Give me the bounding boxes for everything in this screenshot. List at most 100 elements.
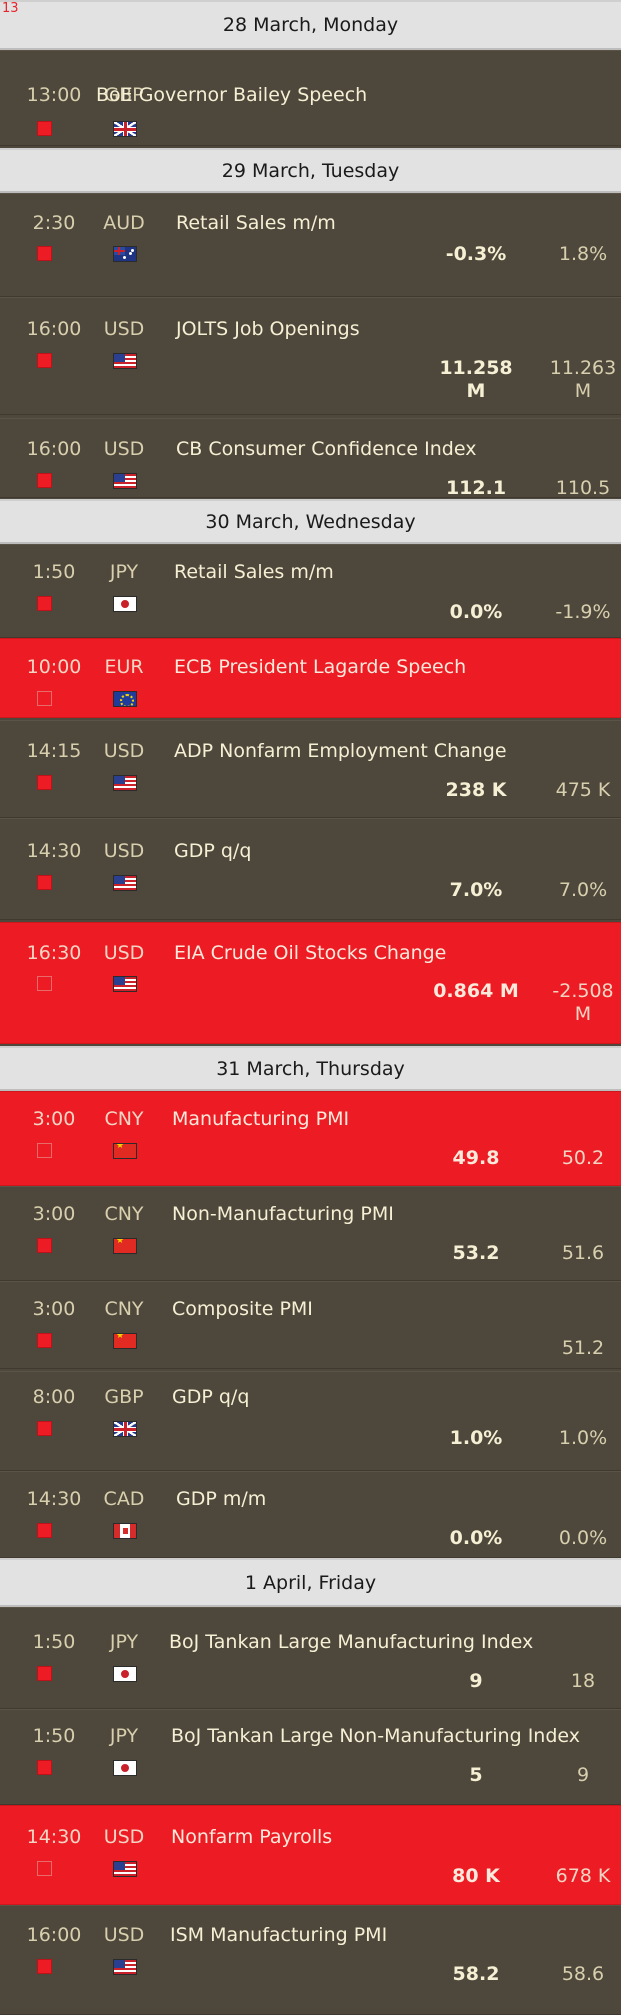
event-row[interactable]: 16:00 USD ISM Manufacturing PMI 58.2 58.6 [0,1905,621,2015]
event-title[interactable]: CB Consumer Confidence Index [176,438,476,460]
event-title[interactable]: GDP m/m [176,1488,266,1510]
event-previous: 1.8% [558,243,608,265]
event-previous: -2.508 M [552,980,614,1025]
eu-flag-icon [113,691,137,707]
event-currency: USD [103,942,145,964]
event-actual: 9 [469,1670,483,1692]
event-time: 16:30 [26,942,82,964]
event-currency: USD [103,1826,145,1848]
impact-icon [37,1666,52,1681]
event-row[interactable]: 1:50 JPY Retail Sales m/m 0.0% -1.9% [0,544,621,638]
au-flag-icon [113,246,137,262]
event-row[interactable]: 8:00 GBP GDP q/q 1.0% 1.0% [0,1371,621,1471]
day-header: 31 March, Thursday [0,1046,621,1091]
event-time: 3:00 [32,1108,76,1130]
event-previous: 110.5 [555,477,611,499]
event-currency: AUD [103,212,145,234]
event-time: 3:00 [32,1298,76,1320]
jp-flag-icon [113,1760,137,1776]
event-actual: 7.0% [449,879,503,901]
event-title[interactable]: Retail Sales m/m [176,212,336,234]
event-title[interactable]: Non-Manufacturing PMI [172,1203,394,1225]
event-row[interactable]: 3:00 CNY Manufacturing PMI 49.8 50.2 [0,1091,621,1186]
event-currency: USD [103,318,145,340]
us-flag-icon [113,775,137,791]
event-title[interactable]: Nonfarm Payrolls [171,1826,332,1848]
event-title[interactable]: ECB President Lagarde Speech [174,656,466,678]
event-row[interactable]: 14:15 USD ADP Nonfarm Employment Change 238… [0,720,621,818]
impact-icon [37,875,52,890]
event-currency: USD [103,438,145,460]
event-row[interactable]: 16:00 USD JOLTS Job Openings 11.258 M 11.263… [0,297,621,415]
event-time: 16:00 [26,438,82,460]
ca-flag-icon [113,1523,137,1539]
event-row[interactable]: 16:30 USD EIA Crude Oil Stocks Change 0.864… [0,922,621,1044]
impact-icon [37,121,52,136]
event-time: 3:00 [32,1203,76,1225]
event-title[interactable]: Manufacturing PMI [172,1108,349,1130]
event-row[interactable]: 16:00 USD CB Consumer Confidence Index 112.… [0,418,621,499]
impact-icon [37,1861,52,1876]
event-title[interactable]: EIA Crude Oil Stocks Change [174,942,446,964]
gb-flag-icon [113,121,137,137]
event-time: 10:00 [26,656,82,678]
event-time: 14:15 [26,740,82,762]
event-actual: 11.258 M [439,357,513,402]
event-title[interactable]: Composite PMI [172,1298,313,1320]
event-time: 16:00 [26,1924,82,1946]
event-row[interactable]: 10:00 EUR ECB President Lagarde Speech [0,638,621,718]
cn-flag-icon [113,1238,137,1254]
impact-icon [37,1421,52,1436]
impact-icon [37,976,52,991]
event-previous: 678 K [555,1865,611,1887]
event-actual: 80 K [452,1865,500,1887]
event-row[interactable]: 14:30 CAD GDP m/m 0.0% 0.0% [0,1471,621,1558]
event-previous: 50.2 [561,1147,605,1169]
event-actual: 0.0% [449,1527,503,1549]
event-currency: USD [103,1924,145,1946]
event-title[interactable]: GDP q/q [174,840,251,862]
event-title[interactable]: BoE Governor Bailey Speech [96,84,367,106]
event-actual: 0.0% [449,601,503,623]
event-title[interactable]: BoJ Tankan Large Manufacturing Index [169,1631,533,1653]
event-title[interactable]: ADP Nonfarm Employment Change [174,740,507,762]
impact-icon [37,775,52,790]
event-row[interactable]: 3:00 CNY Non-Manufacturing PMI 53.2 51.6 [0,1186,621,1281]
us-flag-icon [113,353,137,369]
event-title[interactable]: Retail Sales m/m [174,561,334,583]
event-currency: EUR [104,656,144,678]
day-header: 29 March, Tuesday [0,148,621,193]
event-actual: 1.0% [449,1427,503,1449]
event-actual: 112.1 [445,477,507,499]
event-previous: 475 K [555,779,611,801]
event-title[interactable]: BoJ Tankan Large Non-Manufacturing Index [171,1725,580,1747]
event-currency: GBP [104,1386,144,1408]
event-row[interactable]: 14:30 USD Nonfarm Payrolls 80 K 678 K [0,1805,621,1905]
event-time: 13:00 [26,84,82,106]
event-row[interactable]: 1:50 JPY BoJ Tankan Large Manufacturing In… [0,1607,621,1709]
event-row[interactable]: 1:50 JPY BoJ Tankan Large Non-Manufacturin… [0,1709,621,1805]
event-title[interactable]: GDP q/q [172,1386,249,1408]
impact-icon [37,1333,52,1348]
event-time: 14:30 [26,1826,82,1848]
impact-icon [37,1523,52,1538]
event-row[interactable]: 2:30 AUD Retail Sales m/m -0.3% 1.8% [0,193,621,297]
gb-flag-icon [113,1421,137,1437]
impact-icon [37,1959,52,1974]
us-flag-icon [113,1861,137,1877]
event-title[interactable]: JOLTS Job Openings [176,318,360,340]
event-actual: 53.2 [452,1242,500,1264]
event-row[interactable]: 3:00 CNY Composite PMI 51.2 [0,1281,621,1369]
event-title[interactable]: ISM Manufacturing PMI [170,1924,387,1946]
event-time: 1:50 [32,1725,76,1747]
event-currency: USD [103,740,145,762]
event-actual: -0.3% [445,243,507,265]
event-previous: 0.0% [558,1527,608,1549]
corner-label: 13 [2,1,19,16]
event-row[interactable]: 13:00 GBP BoE Governor Bailey Speech [0,50,621,146]
event-row[interactable]: 14:30 USD GDP q/q 7.0% 7.0% [0,818,621,920]
impact-icon [37,353,52,368]
event-time: 14:30 [26,1488,82,1510]
event-currency: JPY [109,561,139,583]
event-previous: 11.263 M [549,357,617,402]
